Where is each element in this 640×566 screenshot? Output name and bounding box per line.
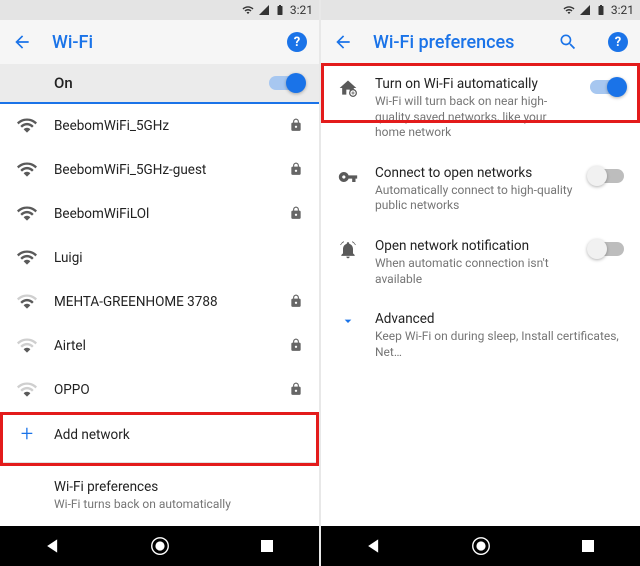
pref-icon xyxy=(337,76,359,98)
pref-title: Connect to open networks xyxy=(375,165,574,181)
signal-status-icon xyxy=(258,4,270,16)
lock-icon xyxy=(289,117,303,136)
wifi-signal-icon xyxy=(16,248,38,268)
wifi-signal-icon xyxy=(16,292,38,312)
pref-sub: Wi-Fi will turn back on near high-qualit… xyxy=(375,94,574,141)
pref-title: Open network notification xyxy=(375,238,574,254)
pref-row[interactable]: Open network notification When automatic… xyxy=(321,226,640,299)
pref-icon xyxy=(337,165,359,187)
network-list: BeebomWiFi_5GHz BeebomWiFi_5GHz-guest Be… xyxy=(0,104,319,412)
pref-sub: When automatic connection isn't availabl… xyxy=(375,256,574,287)
network-row[interactable]: OPPO xyxy=(0,368,319,412)
pref-row[interactable]: Turn on Wi-Fi automatically Wi-Fi will t… xyxy=(321,64,640,153)
clock: 3:21 xyxy=(290,3,313,17)
nav-home-icon[interactable] xyxy=(470,535,492,557)
add-network-row[interactable]: + Add network xyxy=(0,412,319,458)
network-row[interactable]: BeebomWiFi_5GHz xyxy=(0,104,319,148)
lock-icon xyxy=(289,293,303,312)
pref-sub: Keep Wi-Fi on during sleep, Install cert… xyxy=(375,329,624,360)
wifi-signal-icon xyxy=(16,204,38,224)
nav-bar xyxy=(0,526,319,566)
battery-status-icon xyxy=(595,4,607,16)
help-icon[interactable]: ? xyxy=(287,32,307,52)
pref-row[interactable]: Advanced Keep Wi-Fi on during sleep, Ins… xyxy=(321,299,640,372)
phone-left: 3:21 Wi-Fi ? On BeebomWiFi_5GHz BeebomWi… xyxy=(0,0,319,566)
wifi-toggle-switch[interactable] xyxy=(269,76,303,90)
plus-icon: + xyxy=(21,424,33,446)
pref-toggle[interactable] xyxy=(590,242,624,256)
wifi-signal-icon xyxy=(16,116,38,136)
battery-status-icon xyxy=(274,4,286,16)
wifi-status-icon xyxy=(242,4,254,16)
content-area: Turn on Wi-Fi automatically Wi-Fi will t… xyxy=(321,64,640,526)
wifi-signal-icon xyxy=(16,380,38,400)
network-row[interactable]: Airtel xyxy=(0,324,319,368)
network-name: OPPO xyxy=(54,382,273,398)
network-name: BeebomWiFi_5GHz-guest xyxy=(54,162,273,178)
pref-toggle[interactable] xyxy=(590,169,624,183)
pref-sub: Automatically connect to high-quality pu… xyxy=(375,183,574,214)
wifi-signal-icon xyxy=(16,336,38,356)
wifi-master-toggle-row[interactable]: On xyxy=(0,64,319,104)
app-bar: Wi-Fi preferences ? xyxy=(321,20,640,64)
network-row[interactable]: BeebomWiFi_5GHz-guest xyxy=(0,148,319,192)
status-bar: 3:21 xyxy=(321,0,640,20)
nav-home-icon[interactable] xyxy=(149,535,171,557)
add-network-label: Add network xyxy=(54,427,303,443)
signal-status-icon xyxy=(579,4,591,16)
network-name: Luigi xyxy=(54,250,303,266)
network-name: BeebomWiFi_5GHz xyxy=(54,118,273,134)
wifi-preferences-row[interactable]: Wi-Fi preferences Wi-Fi turns back on au… xyxy=(0,467,319,525)
wifi-status-icon xyxy=(563,4,575,16)
nav-back-icon[interactable] xyxy=(364,536,384,556)
phone-right: 3:21 Wi-Fi preferences ? Turn on Wi-Fi a… xyxy=(321,0,640,566)
nav-back-icon[interactable] xyxy=(43,536,63,556)
page-title: Wi-Fi preferences xyxy=(373,32,538,53)
network-name: MEHTA-GREENHOME 3788 xyxy=(54,294,273,310)
lock-icon xyxy=(289,205,303,224)
search-icon[interactable] xyxy=(558,32,578,52)
wifi-prefs-title: Wi-Fi preferences xyxy=(54,479,303,495)
content-area: On BeebomWiFi_5GHz BeebomWiFi_5GHz-guest… xyxy=(0,64,319,526)
status-bar: 3:21 xyxy=(0,0,319,20)
divider xyxy=(0,462,319,463)
network-name: Airtel xyxy=(54,338,273,354)
network-row[interactable]: Luigi xyxy=(0,236,319,280)
wifi-signal-icon xyxy=(16,160,38,180)
pref-title: Turn on Wi-Fi automatically xyxy=(375,76,574,92)
wifi-prefs-sub: Wi-Fi turns back on automatically xyxy=(54,497,303,513)
network-row[interactable]: MEHTA-GREENHOME 3788 xyxy=(0,280,319,324)
pref-row[interactable]: Connect to open networks Automatically c… xyxy=(321,153,640,226)
nav-bar xyxy=(321,526,640,566)
help-icon[interactable]: ? xyxy=(608,32,628,52)
back-icon[interactable] xyxy=(333,32,353,52)
pref-toggle[interactable] xyxy=(590,80,624,94)
nav-recent-icon[interactable] xyxy=(258,537,276,555)
network-row[interactable]: BeebomWiFiLOl xyxy=(0,192,319,236)
lock-icon xyxy=(289,337,303,356)
nav-recent-icon[interactable] xyxy=(579,537,597,555)
lock-icon xyxy=(289,161,303,180)
lock-icon xyxy=(289,381,303,400)
pref-icon xyxy=(337,238,359,260)
app-bar: Wi-Fi ? xyxy=(0,20,319,64)
clock: 3:21 xyxy=(611,3,634,17)
back-icon[interactable] xyxy=(12,32,32,52)
page-title: Wi-Fi xyxy=(52,32,267,53)
pref-icon xyxy=(337,311,359,329)
pref-title: Advanced xyxy=(375,311,624,327)
wifi-toggle-label: On xyxy=(54,74,269,92)
network-name: BeebomWiFiLOl xyxy=(54,206,273,222)
